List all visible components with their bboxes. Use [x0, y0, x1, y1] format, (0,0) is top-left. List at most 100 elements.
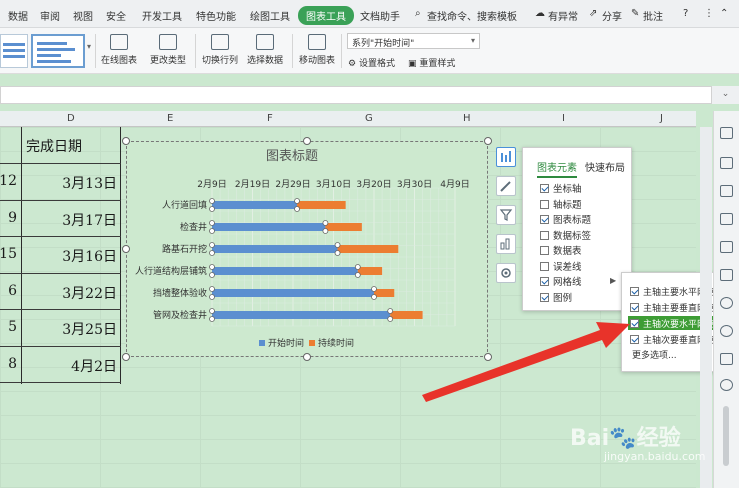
duration-cell[interactable]: 6 — [8, 283, 17, 299]
more-icon[interactable]: ⋮ — [704, 8, 714, 19]
column-f[interactable]: F — [267, 113, 273, 124]
duration-cell[interactable]: 9 — [8, 210, 17, 226]
completion-date-cell[interactable]: 3月25日 — [62, 319, 117, 339]
help-button[interactable]: ? — [683, 8, 688, 19]
menu-dev-tools[interactable]: 开发工具 — [142, 8, 182, 23]
column-e[interactable]: E — [167, 113, 173, 124]
reset-style-button[interactable]: ▣ 重置样式 — [408, 56, 455, 69]
tab-chart-elements[interactable]: 图表元素 — [537, 159, 577, 178]
chevron-down-icon[interactable]: ⌄ — [712, 86, 739, 104]
duration-cell[interactable]: 5 — [8, 319, 17, 335]
comment-button[interactable]: 批注 — [643, 8, 663, 23]
chart-style-thumb-2[interactable] — [31, 34, 85, 68]
menu-view[interactable]: 视图 — [73, 8, 93, 23]
change-type-button[interactable]: 更改类型 — [148, 34, 188, 66]
chart-elements-panel: 图表元素 快速布局 坐标轴 轴标题 图表标题 数据标签 数据表 误差线 网格线 图例 ▶ — [522, 147, 632, 311]
category-label: 检查井 — [180, 221, 207, 233]
menu-chart-tools[interactable]: 图表工具 — [298, 6, 354, 25]
column-j[interactable]: J — [660, 113, 663, 124]
resize-handle[interactable] — [122, 353, 130, 361]
selection-handle — [209, 220, 215, 226]
checkbox[interactable] — [540, 261, 549, 271]
sliders-icon[interactable] — [720, 241, 733, 253]
selection-handle — [334, 242, 341, 248]
tab-quick-layout[interactable]: 快速布局 — [585, 159, 625, 174]
completion-date-cell[interactable]: 3月22日 — [62, 283, 117, 303]
menu-data[interactable]: 数据 — [8, 8, 28, 23]
checkbox[interactable] — [540, 277, 549, 286]
backup-icon[interactable] — [720, 297, 733, 309]
selection-handle — [209, 198, 215, 204]
share-button[interactable]: 分享 — [602, 8, 622, 23]
menu-review[interactable]: 审阅 — [40, 8, 60, 23]
column-i[interactable]: I — [562, 113, 565, 124]
chart-element-option[interactable]: 坐标轴 — [540, 181, 582, 195]
menu-doc-assist[interactable]: 文档助手 — [360, 8, 400, 23]
menu-security[interactable]: 安全 — [106, 8, 126, 23]
checkbox[interactable] — [540, 215, 549, 224]
switch-row-col-button[interactable]: 切换行列 — [200, 34, 240, 66]
chart-element-option[interactable]: 数据表 — [540, 243, 582, 257]
checkbox[interactable] — [630, 287, 639, 296]
resize-handle[interactable] — [303, 353, 311, 361]
duration-bar — [357, 267, 383, 275]
checkbox[interactable] — [540, 230, 549, 240]
completion-date-cell[interactable]: 3月17日 — [62, 210, 117, 230]
formula-bar[interactable] — [0, 86, 712, 104]
completion-date-header[interactable]: 完成日期 — [26, 136, 82, 156]
online-chart-button[interactable]: 在线图表 — [100, 34, 138, 66]
search-icon[interactable]: ⌕ — [415, 8, 421, 19]
duration-cell[interactable]: 12 — [0, 173, 17, 189]
select-icon[interactable] — [720, 127, 733, 139]
selection-handle — [322, 228, 329, 234]
resize-handle[interactable] — [122, 137, 130, 145]
table-icon[interactable] — [720, 157, 733, 169]
duration-cell[interactable]: 8 — [8, 356, 17, 372]
resize-handle[interactable] — [484, 137, 492, 145]
checkbox[interactable] — [540, 184, 549, 193]
clock-icon[interactable] — [720, 325, 733, 337]
chart-element-option[interactable]: 数据标签 — [540, 228, 591, 242]
chart-element-option[interactable]: 图表标题 — [540, 212, 591, 226]
chart-filter-icon[interactable] — [496, 205, 516, 225]
chart-style-brush-icon[interactable] — [496, 176, 516, 196]
checkbox[interactable] — [540, 246, 549, 255]
duration-cell[interactable]: 15 — [0, 246, 17, 262]
collapse-icon[interactable]: ⌃ — [720, 8, 728, 19]
tools-icon[interactable] — [720, 269, 733, 281]
completion-date-cell[interactable]: 3月13日 — [62, 173, 117, 193]
set-format-button[interactable]: ⚙ 设置格式 — [348, 56, 395, 69]
move-chart-button[interactable]: 移动图表 — [297, 34, 337, 66]
chart-element-option[interactable]: 误差线 — [540, 259, 582, 273]
select-data-button[interactable]: 选择数据 — [245, 34, 285, 66]
column-g[interactable]: G — [365, 113, 373, 124]
resize-handle[interactable] — [303, 137, 311, 145]
column-d[interactable]: D — [67, 113, 75, 124]
history-icon[interactable] — [720, 353, 733, 365]
checkbox[interactable] — [540, 199, 549, 209]
gallery-scroll-icon[interactable]: ▾ — [87, 42, 91, 51]
selection-handle — [209, 242, 215, 248]
reset-icon: ▣ — [408, 59, 417, 69]
time-icon[interactable] — [720, 379, 733, 391]
menu-special[interactable]: 特色功能 — [196, 8, 236, 23]
chart-elements-icon[interactable] — [496, 147, 516, 167]
status-abnormal[interactable]: 有异常 — [548, 8, 578, 23]
menu-draw-tools[interactable]: 绘图工具 — [250, 8, 290, 23]
resize-handle[interactable] — [122, 245, 130, 253]
chart-style-thumb-1[interactable] — [0, 34, 28, 68]
completion-date-cell[interactable]: 4月2日 — [71, 356, 117, 376]
completion-date-cell[interactable]: 3月16日 — [62, 246, 117, 266]
chart-element-option[interactable]: 网格线 — [540, 274, 582, 288]
column-h[interactable]: H — [463, 113, 471, 124]
chart-data-icon[interactable] — [496, 234, 516, 254]
shape-icon[interactable] — [720, 185, 733, 197]
vertical-scrollbar[interactable] — [700, 127, 712, 488]
series-select[interactable]: 系列"开始时间" ▾ — [347, 33, 480, 49]
submenu-arrow-icon[interactable]: ▶ — [610, 276, 616, 285]
chart-icon[interactable] — [720, 213, 733, 225]
scrollbar-thumb[interactable] — [723, 406, 729, 466]
chart-element-option[interactable]: 轴标题 — [540, 197, 582, 211]
search-commands[interactable]: 查找命令、搜索模板 — [427, 8, 517, 23]
chart-settings-gear-icon[interactable] — [496, 263, 516, 283]
